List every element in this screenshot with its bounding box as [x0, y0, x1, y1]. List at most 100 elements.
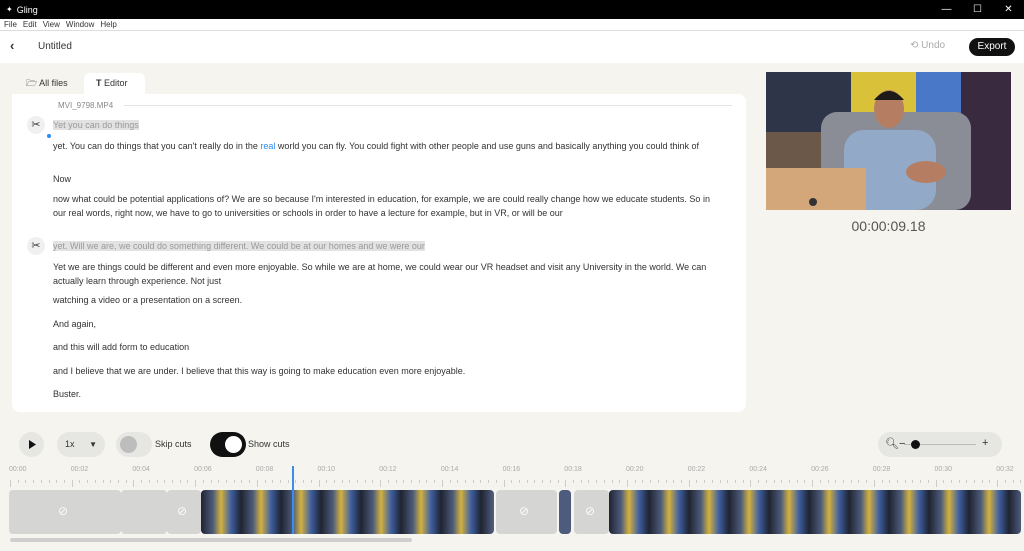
skip-cuts-label: Skip cuts: [155, 439, 192, 449]
scissors-icon[interactable]: ✂: [27, 116, 45, 134]
back-button[interactable]: ‹: [10, 38, 14, 53]
show-cuts-toggle[interactable]: [210, 432, 246, 457]
timeline-tick: [10, 480, 11, 487]
timeline-tick: [210, 480, 212, 483]
highlighted-word[interactable]: real: [260, 141, 275, 151]
timeline-tick: [734, 480, 736, 483]
timeline-tick-label: 00:04: [132, 466, 150, 473]
timeline-tick: [341, 480, 343, 483]
transcript-paragraph[interactable]: yet. Will we are, we could do something …: [53, 240, 723, 254]
timeline-tick: [557, 480, 559, 483]
menu-window[interactable]: Window: [66, 20, 94, 29]
timeline-tick: [542, 480, 544, 483]
timeline-tick-label: 00:12: [379, 466, 397, 473]
zoom-slider-handle[interactable]: [911, 440, 920, 449]
menu-bar: File Edit View Window Help: [0, 19, 1024, 31]
timeline-tick: [156, 480, 158, 483]
timeline-tick: [318, 480, 320, 487]
kept-clip[interactable]: [559, 490, 571, 534]
video-preview[interactable]: [766, 72, 1011, 210]
timeline-tick: [742, 480, 744, 483]
undo-button[interactable]: ⟲ Undo: [910, 40, 945, 51]
transcript-paragraph[interactable]: yet. You can do things that you can't re…: [53, 140, 723, 154]
timeline-tick: [187, 480, 189, 483]
cut-clip[interactable]: ⊘: [496, 490, 557, 534]
timeline-scrollbar[interactable]: [10, 538, 412, 542]
speed-select[interactable]: 1x ▼: [57, 432, 105, 457]
transcript-paragraph[interactable]: Yet we are things could be different and…: [53, 261, 723, 288]
menu-view[interactable]: View: [43, 20, 60, 29]
timeline-tick: [642, 480, 644, 483]
cut-text[interactable]: Yet you can do things: [53, 120, 139, 130]
skip-cuts-toggle[interactable]: [116, 432, 152, 457]
transcript-paragraph[interactable]: and this will add form to education: [53, 341, 723, 355]
timeline-tick-label: 00:28: [872, 466, 891, 473]
timeline-tick: [966, 480, 968, 483]
timeline-tick: [202, 480, 204, 483]
transcript-paragraph[interactable]: watching a video or a presentation on a …: [53, 294, 723, 308]
timeline-tick: [133, 480, 135, 487]
playhead[interactable]: [292, 466, 294, 534]
timeline-tick: [488, 480, 490, 483]
timeline-tick: [125, 480, 127, 483]
menu-help[interactable]: Help: [100, 20, 116, 29]
transcript-paragraph[interactable]: And again,: [53, 318, 723, 332]
timeline-tick: [441, 480, 443, 487]
minimize-button[interactable]: —: [931, 0, 962, 19]
timeline-tick-label: 00:26: [811, 466, 829, 473]
cut-clip[interactable]: [121, 490, 167, 534]
app-title: Gling: [16, 4, 38, 15]
timeline-tick-label: 00:10: [317, 466, 336, 473]
timeline-tick: [927, 480, 929, 483]
timeline-tick: [372, 480, 374, 483]
timeline-tick: [418, 480, 420, 483]
timeline-tick: [395, 480, 397, 483]
zoom-out-icon[interactable]: 🔍︎−: [885, 437, 905, 450]
cut-text[interactable]: yet. Will we are, we could do something …: [53, 241, 425, 251]
close-button[interactable]: ✕: [993, 0, 1024, 19]
menu-edit[interactable]: Edit: [23, 20, 37, 29]
cut-clip[interactable]: ⊘: [167, 490, 201, 534]
timeline-tick: [858, 480, 860, 483]
timeline-tick: [87, 480, 89, 483]
divider: [124, 105, 732, 106]
transcript-paragraph[interactable]: Yet you can do things: [53, 119, 723, 133]
timeline-tick: [233, 480, 235, 483]
timeline-tick: [1020, 480, 1022, 483]
menu-file[interactable]: File: [4, 20, 17, 29]
undo-label: Undo: [921, 40, 946, 51]
scissors-icon[interactable]: ✂: [27, 237, 45, 255]
kept-clip[interactable]: [201, 490, 494, 534]
timeline-tick: [63, 480, 65, 483]
maximize-button[interactable]: ☐: [962, 0, 993, 19]
transcript-paragraph[interactable]: now what could be potential applications…: [53, 193, 723, 220]
cut-clip[interactable]: ⊘: [9, 490, 121, 534]
cut-icon: ⊘: [519, 504, 530, 518]
kept-clip[interactable]: [609, 490, 1021, 534]
tab-editor[interactable]: T Editor: [84, 73, 145, 94]
project-title[interactable]: Untitled: [38, 41, 72, 52]
timeline-tick: [287, 480, 289, 483]
timeline-tick: [565, 480, 567, 487]
transcript-paragraph[interactable]: Now: [53, 173, 723, 187]
timeline-tick: [465, 480, 467, 483]
timeline-tick: [495, 480, 497, 483]
tab-all-files[interactable]: 🗁 All files: [14, 73, 80, 94]
timeline-track[interactable]: ⊘ ⊘ ⊘ ⊘: [9, 490, 1021, 534]
cut-clip[interactable]: ⊘: [574, 490, 609, 534]
transcript-paragraph[interactable]: Buster.: [53, 388, 723, 402]
play-button[interactable]: [19, 432, 44, 457]
timeline-tick: [827, 480, 829, 483]
clip-filename: MVI_9798.MP4: [58, 101, 114, 110]
header: ‹ Untitled ⟲ Undo Export: [0, 31, 1024, 63]
zoom-in-icon[interactable]: +: [982, 437, 988, 449]
timeline-tick: [225, 480, 227, 483]
timeline-tick: [889, 480, 891, 483]
export-button[interactable]: Export: [969, 38, 1015, 56]
transcript-paragraph[interactable]: and I believe that we are under. I belie…: [53, 365, 723, 379]
timeline-tick: [326, 480, 328, 483]
timeline-tick: [357, 480, 359, 483]
timeline-tick: [719, 480, 721, 483]
timeline-tick: [804, 480, 806, 483]
timeline-tick: [33, 480, 35, 483]
